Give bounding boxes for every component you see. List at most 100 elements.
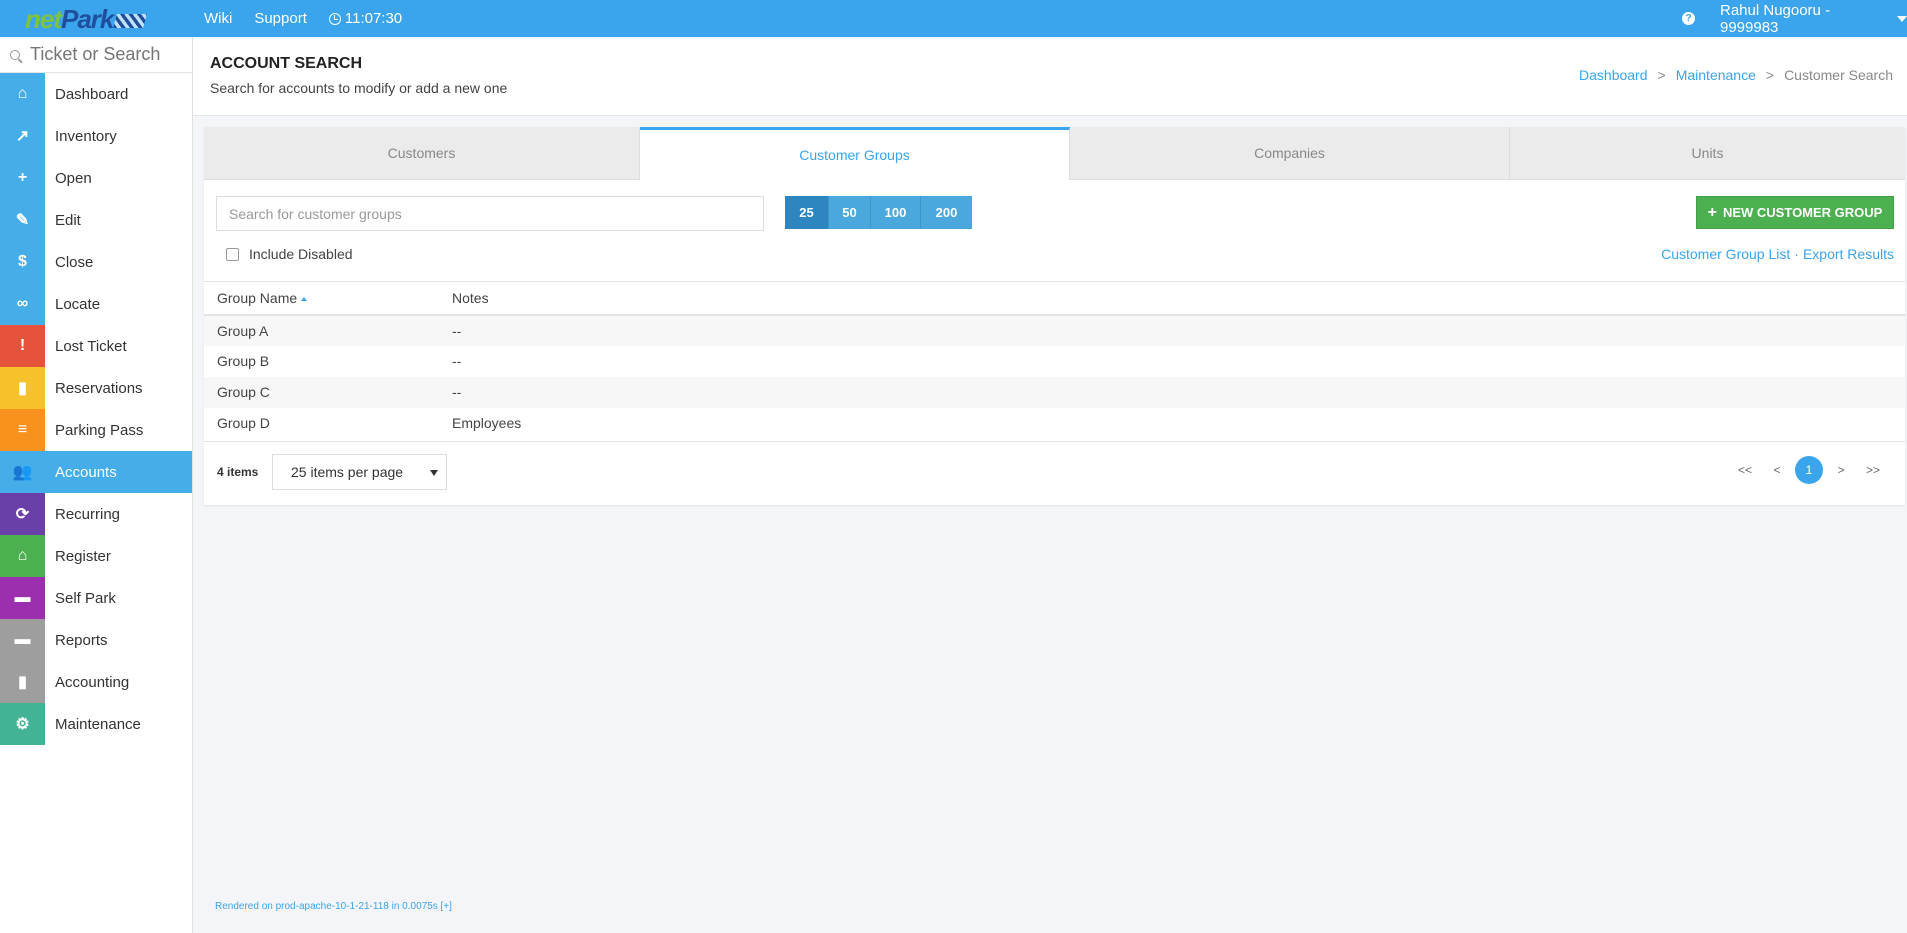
export-results-link[interactable]: Export Results (1803, 246, 1894, 262)
sidebar-item-parking-pass[interactable]: ≡ Parking Pass (0, 409, 192, 451)
last-page-button[interactable]: >> (1857, 456, 1889, 484)
search-panel: Customers Customer Groups Companies Unit… (204, 127, 1905, 505)
sidebar-item-recurring[interactable]: ⟳ Recurring (0, 493, 192, 535)
table-header-row: Group Name Notes (204, 281, 1905, 316)
tab-bar: Customers Customer Groups Companies Unit… (204, 127, 1905, 180)
sidebar-item-label: Edit (55, 211, 81, 229)
top-nav: Wiki Support 11:07:30 (204, 0, 402, 37)
user-menu[interactable]: Rahul Nugooru - 9999983 (1720, 0, 1907, 37)
ticket-search-input[interactable] (30, 44, 180, 65)
page-size-100-button[interactable]: 100 (871, 196, 921, 229)
sidebar: ⌂ Dashboard ↗ Inventory + Open ✎ Edit $ Close ∞ Loc… (0, 37, 193, 933)
breadcrumb-dashboard[interactable]: Dashboard (1579, 67, 1648, 83)
page-subtitle: Search for accounts to modify or add a n… (210, 80, 508, 96)
sidebar-item-label: Lost Ticket (55, 337, 127, 355)
sidebar-item-label: Locate (55, 295, 101, 313)
logo-net: net (25, 4, 62, 34)
binoculars-icon: ∞ (0, 283, 45, 325)
new-customer-group-label: NEW CUSTOMER GROUP (1722, 205, 1883, 220)
sidebar-item-accounts[interactable]: 👥 Accounts (0, 451, 192, 493)
sort-ascending-icon (301, 297, 308, 302)
clock: 11:07:30 (328, 10, 402, 27)
logo-park: Park (61, 4, 114, 34)
link-separator: · (1794, 246, 1799, 262)
trend-chart-icon: ↗ (0, 115, 45, 157)
render-info[interactable]: Rendered on prod-apache-10-1-21-118 in 0… (215, 901, 452, 912)
tab-companies[interactable]: Companies (1070, 127, 1510, 180)
alert-icon: ! (0, 325, 45, 367)
document-icon: ▮ (0, 367, 45, 409)
sidebar-item-label: Self Park (55, 589, 116, 607)
include-disabled-label: Include Disabled (249, 246, 353, 262)
sidebar-item-label: Inventory (55, 127, 117, 145)
breadcrumb-maintenance[interactable]: Maintenance (1676, 67, 1756, 83)
sidebar-search (0, 37, 192, 73)
current-page-button[interactable]: 1 (1795, 456, 1823, 484)
column-header-notes[interactable]: Notes (452, 281, 1905, 316)
gear-icon: ⚙ (0, 703, 45, 745)
sidebar-item-label: Open (55, 169, 92, 187)
column-header-label: Group Name (217, 289, 298, 306)
sidebar-item-label: Register (55, 547, 111, 565)
sidebar-item-reports[interactable]: ▬ Reports (0, 619, 192, 661)
page-size-200-button[interactable]: 200 (921, 196, 972, 229)
table-footer: 4 items 25 items per page << < 1 > >> (204, 441, 1905, 505)
sidebar-item-lost-ticket[interactable]: ! Lost Ticket (0, 325, 192, 367)
include-disabled-checkbox[interactable] (226, 247, 239, 261)
group-name-cell: Group C (204, 376, 452, 408)
clock-icon (328, 12, 341, 25)
items-per-page-select[interactable]: 25 items per page (272, 454, 447, 490)
sidebar-item-close[interactable]: $ Close (0, 241, 192, 283)
dropdown-arrow-icon (430, 470, 438, 476)
prev-page-button[interactable]: < (1761, 456, 1793, 484)
tab-customers[interactable]: Customers (204, 127, 640, 180)
table-row[interactable]: Group D Employees (204, 408, 1905, 439)
breadcrumb-separator: > (1657, 67, 1666, 83)
breadcrumb-current: Customer Search (1784, 67, 1893, 83)
table-row[interactable]: Group B -- (204, 346, 1905, 377)
support-link[interactable]: Support (254, 10, 307, 27)
wiki-link[interactable]: Wiki (204, 10, 232, 27)
sidebar-item-edit[interactable]: ✎ Edit (0, 199, 192, 241)
group-name-cell: Group B (217, 353, 270, 369)
sidebar-item-label: Accounting (55, 673, 130, 691)
first-page-button[interactable]: << (1729, 456, 1761, 484)
sidebar-item-label: Dashboard (55, 85, 129, 103)
sidebar-item-label: Reservations (55, 379, 143, 397)
table-row[interactable]: Group C -- (204, 376, 1905, 408)
page-size-25-button[interactable]: 25 (785, 196, 829, 229)
sidebar-item-open[interactable]: + Open (0, 157, 192, 199)
car-icon: ▬ (0, 577, 45, 619)
sidebar-item-inventory[interactable]: ↗ Inventory (0, 115, 192, 157)
customer-group-list-link[interactable]: Customer Group List (1661, 246, 1790, 262)
sidebar-item-self-park[interactable]: ▬ Self Park (0, 577, 192, 619)
sidebar-item-dashboard[interactable]: ⌂ Dashboard (0, 73, 192, 115)
netpark-logo[interactable]: netPark (25, 4, 148, 34)
sidebar-item-register[interactable]: ⌂ Register (0, 535, 192, 577)
sidebar-item-accounting[interactable]: ▮ Accounting (0, 661, 192, 703)
page-title: ACCOUNT SEARCH (210, 55, 362, 72)
next-page-button[interactable]: > (1825, 456, 1857, 484)
notes-cell: -- (452, 376, 1905, 408)
result-links: Customer Group List · Export Results (1661, 246, 1894, 262)
tab-customer-groups[interactable]: Customer Groups (640, 127, 1070, 180)
sidebar-item-locate[interactable]: ∞ Locate (0, 283, 192, 325)
group-name-cell: Group D (217, 415, 270, 431)
sidebar-item-label: Reports (55, 631, 108, 649)
home-icon: ⌂ (0, 73, 45, 115)
checkered-flag-icon (113, 14, 148, 29)
help-icon[interactable]: ? (1682, 12, 1695, 25)
table-row[interactable]: Group A -- (204, 314, 1905, 346)
page-size-50-button[interactable]: 50 (829, 196, 871, 229)
customer-group-search-input[interactable] (216, 196, 764, 231)
new-customer-group-button[interactable]: + NEW CUSTOMER GROUP (1696, 196, 1894, 229)
column-header-group-name[interactable]: Group Name (204, 281, 452, 316)
sidebar-item-label: Parking Pass (55, 421, 144, 439)
sidebar-item-maintenance[interactable]: ⚙ Maintenance (0, 703, 192, 745)
plus-icon: + (1707, 203, 1717, 221)
top-navbar: netPark Wiki Support 11:07:30 ? Rahul Nu… (0, 0, 1907, 37)
tab-units[interactable]: Units (1510, 127, 1905, 180)
page-header: ACCOUNT SEARCH Search for accounts to mo… (193, 37, 1907, 116)
main-content: ACCOUNT SEARCH Search for accounts to mo… (193, 37, 1907, 933)
sidebar-item-reservations[interactable]: ▮ Reservations (0, 367, 192, 409)
